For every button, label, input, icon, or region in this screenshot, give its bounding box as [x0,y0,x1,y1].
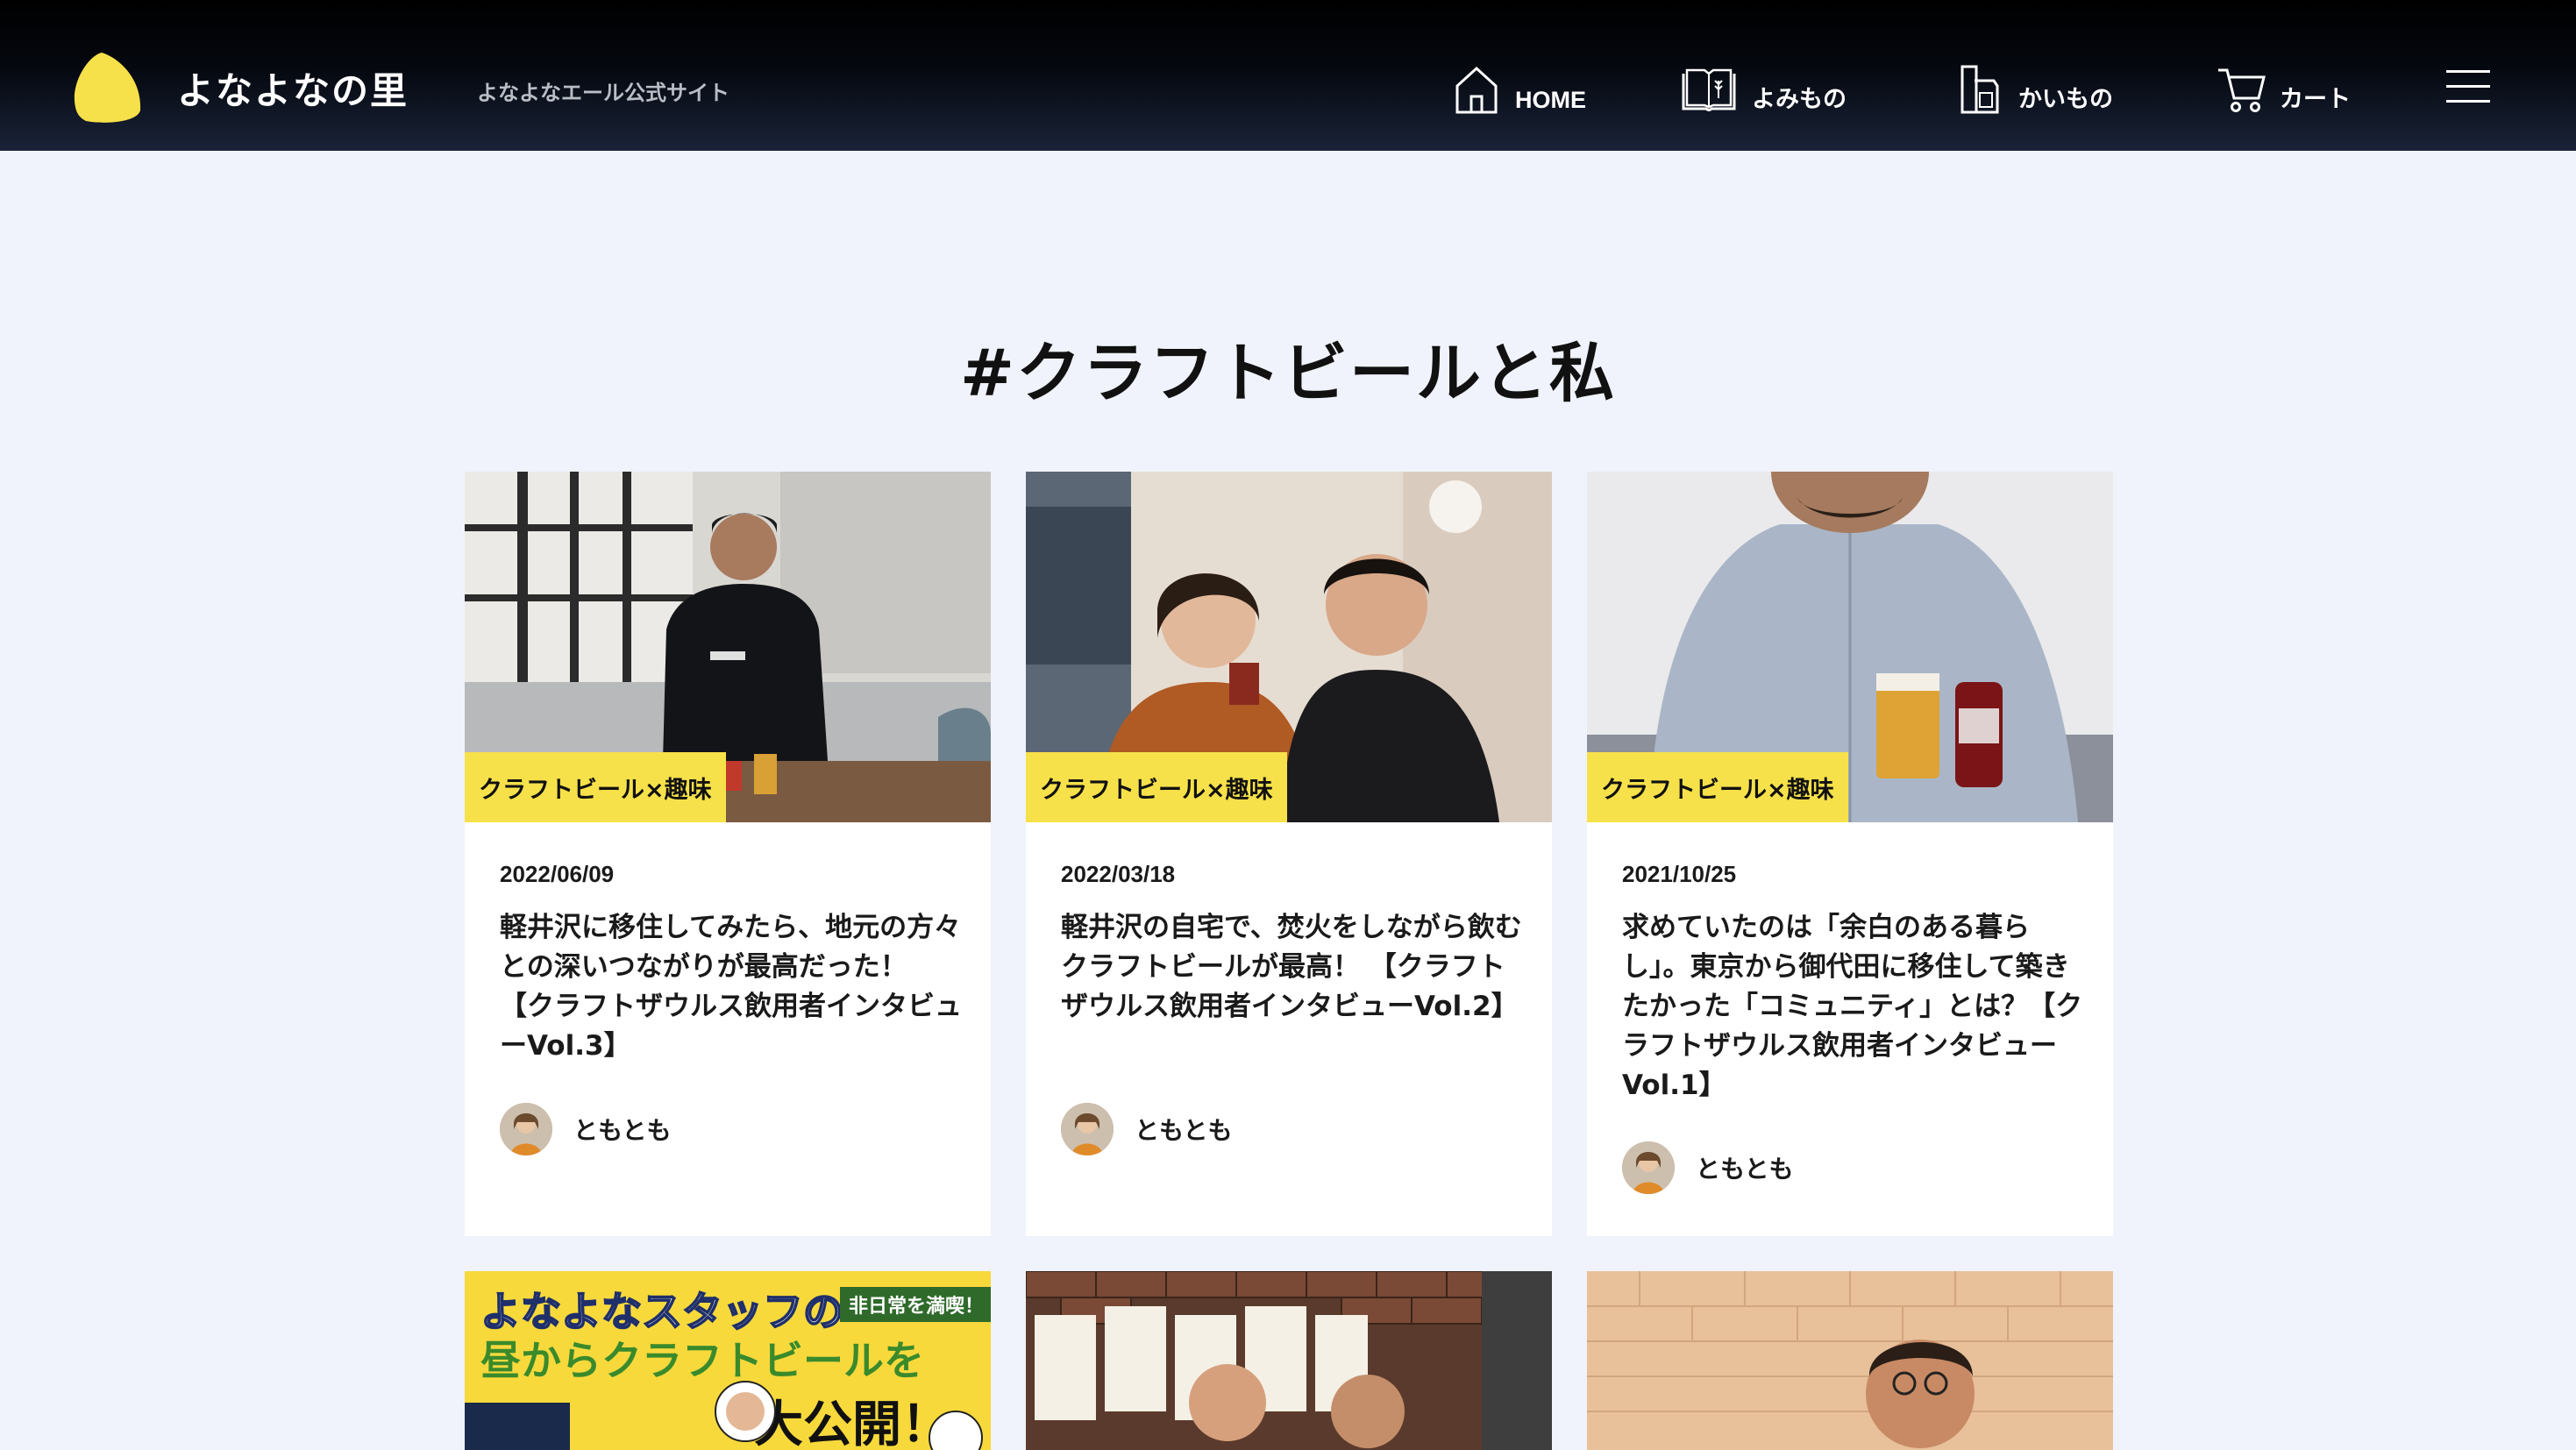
nav-home[interactable]: HOME [1452,63,1586,116]
article-thumbnail[interactable]: クラフトビール×趣味 [1587,472,2113,822]
article-card[interactable]: クラフトビール×趣味 2022/06/09 軽井沢に移住してみたら、地元の方々と… [465,472,991,1236]
category-badge[interactable]: クラフトビール×趣味 [1026,752,1287,822]
article-card[interactable] [1587,1271,2113,1450]
promo-line-2: 昼からクラフトビールを [480,1337,924,1384]
logo-icon[interactable] [68,49,146,126]
home-icon [1455,66,1498,114]
page-title: #クラフトビールと私 [959,336,1616,411]
cart-icon [2218,68,2266,112]
nav-kaimono-label: かいもの [2018,86,2113,112]
article-card[interactable]: クラフトビール×趣味 2021/10/25 求めていたのは「余白のある暮らし」。… [1587,472,2113,1236]
nav-home-label: HOME [1515,87,1586,113]
article-card[interactable]: クラフトビール×趣味 2022/03/18 軽井沢の自宅で、焚火をしながら飲むク… [1026,472,1552,1236]
category-badge[interactable]: クラフトビール×趣味 [465,752,726,822]
nav-cart-label: カート [2280,86,2351,112]
article-thumbnail[interactable] [1587,1271,2113,1450]
hamburger-menu-icon[interactable] [2446,68,2492,105]
author-name: ともとも [1696,1155,1794,1183]
nav-yomimono[interactable]: よみもの [1680,63,1847,116]
article-date: 2021/10/25 [1622,861,1737,887]
nav-cart[interactable]: カート [2217,63,2351,116]
article-date: 2022/03/18 [1061,861,1176,887]
article-card[interactable] [1026,1271,1552,1450]
author-name: ともとも [1135,1116,1233,1145]
article-author: ともとも [1061,1103,1232,1155]
article-title[interactable]: 軽井沢に移住してみたら、地元の方々との深いつながりが最高だった！ 【クラフトザウ… [500,908,964,1066]
site-tagline: よなよなエール公式サイト [477,81,729,105]
nav-kaimono[interactable]: かいもの [1955,63,2113,116]
author-avatar [1061,1103,1114,1155]
promo-big-text: 大公開！ [754,1397,950,1450]
site-header: よなよなの里 よなよなエール公式サイト HOME よみもの かいもの カート [0,0,2576,151]
author-avatar [500,1103,552,1155]
category-badge[interactable]: クラフトビール×趣味 [1587,752,1848,822]
article-title[interactable]: 軽井沢の自宅で、焚火をしながら飲むクラフトビールが最高！ 【クラフトザウルス飲用… [1061,908,1526,1027]
article-thumbnail[interactable]: クラフトビール×趣味 [465,472,991,822]
menu-line [2446,85,2490,88]
nav-yomimono-label: よみもの [1752,86,1847,112]
article-title[interactable]: 求めていたのは「余白のある暮らし」。東京から御代田に移住して築きたかった「コミュ… [1622,908,2087,1105]
article-thumbnail[interactable]: クラフトビール×趣味 [1026,472,1552,822]
book-icon [1682,68,1736,111]
author-name: ともとも [573,1116,672,1145]
site-title[interactable]: よなよなの里 [177,61,409,115]
article-thumbnail[interactable] [1026,1271,1552,1450]
shopping-bag-icon [1960,65,1999,114]
article-thumbnail[interactable]: よなよなスタッフの 非日常を満喫！ 昼からクラフトビールを 大公開！ [465,1271,991,1450]
article-author: ともとも [1622,1141,1793,1194]
article-date: 2022/06/09 [500,861,615,887]
menu-line [2446,100,2490,103]
article-card[interactable]: よなよなスタッフの 非日常を満喫！ 昼からクラフトビールを 大公開！ [465,1271,991,1450]
menu-line [2446,70,2490,73]
author-avatar [1622,1141,1675,1194]
promo-badge: 非日常を満喫！ [840,1287,991,1322]
article-author: ともとも [500,1103,671,1155]
